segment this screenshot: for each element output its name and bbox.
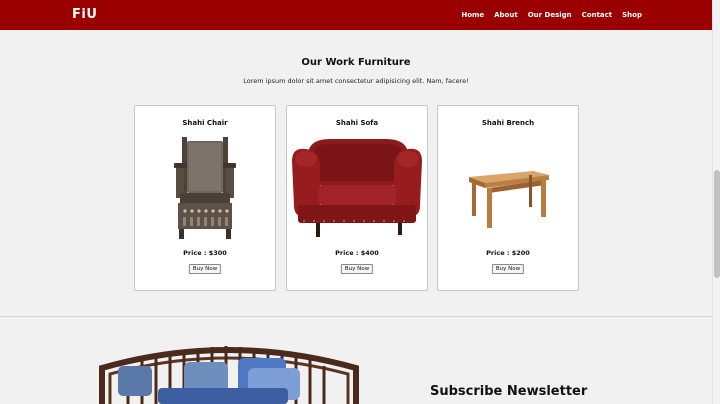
section-title: Our Work Furniture bbox=[301, 57, 411, 68]
table-image bbox=[438, 134, 578, 242]
product-price: Price : $300 bbox=[183, 249, 227, 257]
nav-link-home[interactable]: Home bbox=[461, 11, 484, 19]
newsletter-title: Subscribe Newsletter bbox=[430, 384, 588, 399]
product-title: Shahi Sofa bbox=[335, 119, 379, 127]
buy-now-button[interactable]: Buy Now bbox=[491, 264, 525, 274]
nav-link-our-design[interactable]: Our Design bbox=[528, 11, 572, 19]
section-subtitle: Lorem ipsum dolor sit amet consectetur a… bbox=[243, 77, 469, 85]
product-price: Price : $200 bbox=[486, 249, 530, 257]
section-divider bbox=[0, 316, 712, 317]
product-card-sofa: Shahi Sofa Price : $400 Buy Now bbox=[286, 105, 428, 291]
buy-now-button[interactable]: Buy Now bbox=[188, 264, 222, 274]
nav-links: Home About Our Design Contact Shop bbox=[461, 11, 642, 19]
scrollbar-thumb[interactable] bbox=[714, 170, 720, 278]
product-card-chair: Shahi Chair Price: $300 Buy Now bbox=[134, 105, 276, 291]
product-card-bench: Shahi Brench Price : $200 Buy Now bbox=[437, 105, 579, 291]
bed-image bbox=[98, 338, 360, 404]
product-title: Shahi Chair bbox=[182, 119, 228, 127]
site-logo[interactable]: FiU bbox=[72, 7, 97, 22]
navbar: FiU Home About Our Design Contact Shop bbox=[0, 0, 712, 30]
armchair-image bbox=[135, 134, 275, 242]
nav-link-contact[interactable]: Contact bbox=[582, 11, 613, 19]
sofa-image bbox=[287, 134, 427, 242]
product-title: Shahi Brench bbox=[481, 119, 535, 127]
nav-link-about[interactable]: About bbox=[494, 11, 518, 19]
scrollbar[interactable] bbox=[712, 0, 720, 404]
nav-link-shop[interactable]: Shop bbox=[622, 11, 642, 19]
buy-now-button[interactable]: Buy Now bbox=[340, 264, 374, 274]
product-price: Price : $400 bbox=[335, 249, 379, 257]
